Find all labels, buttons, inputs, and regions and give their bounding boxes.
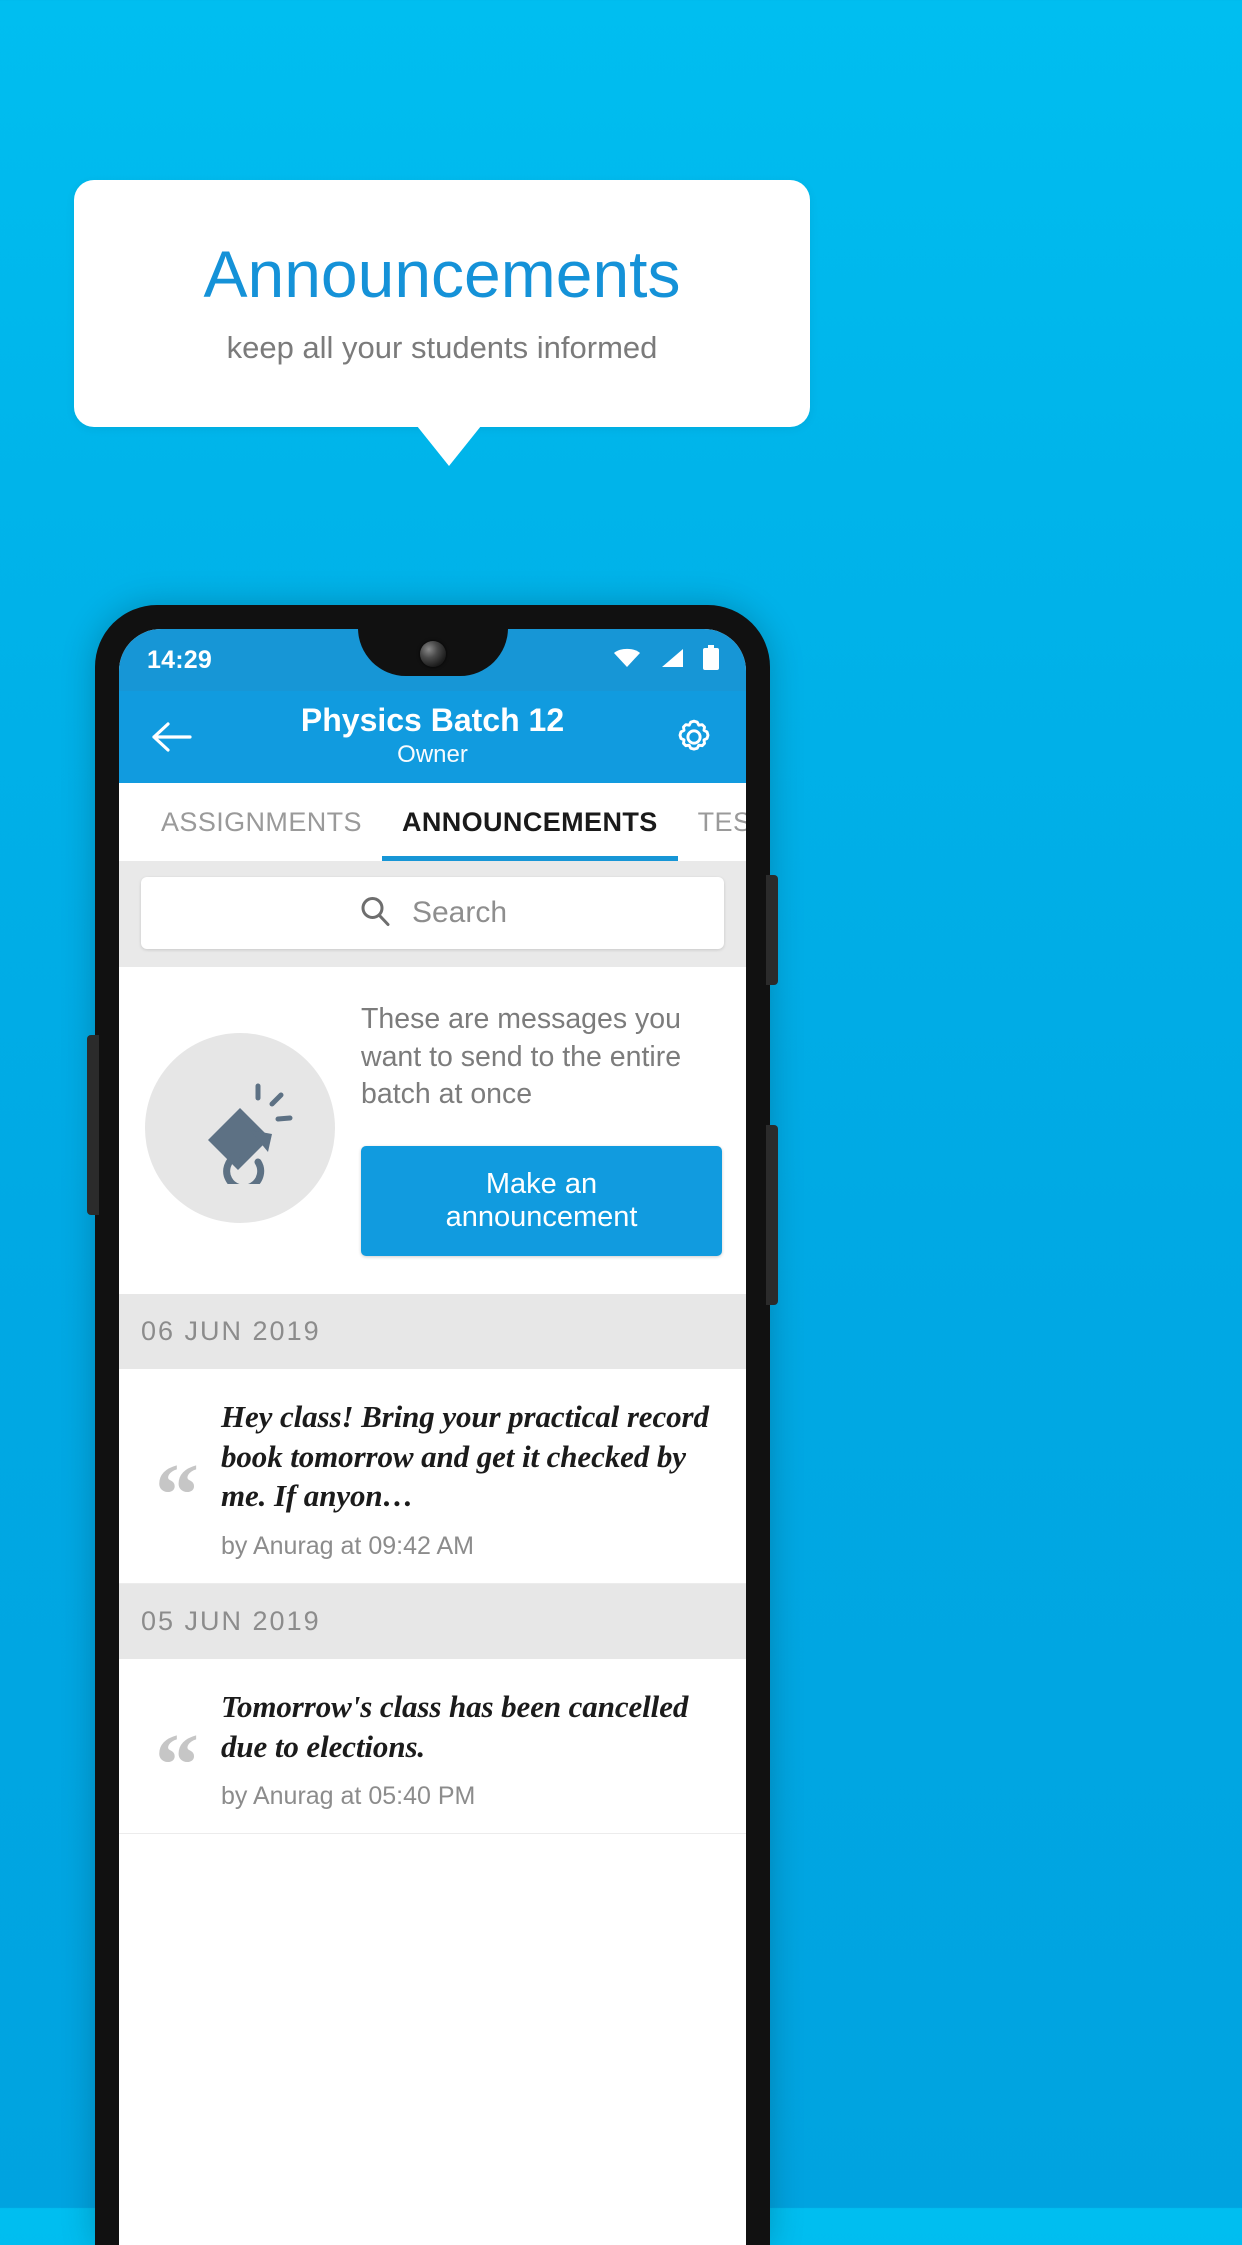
- promo-subtitle: keep all your students informed: [226, 329, 658, 365]
- tab-announcements[interactable]: ANNOUNCEMENTS: [381, 783, 678, 861]
- status-time: 14:29: [147, 645, 212, 674]
- search-section: Search: [119, 861, 746, 967]
- announcement-row[interactable]: “ Tomorrow's class has been cancelled du…: [119, 1658, 746, 1835]
- date-header: 05 JUN 2019: [119, 1583, 746, 1659]
- status-bar: 14:29: [119, 629, 746, 691]
- make-announcement-button[interactable]: Make an announcement: [361, 1145, 722, 1256]
- phone-screen: 14:29 Physics Batch 12 Owner ASSIGNMENTS…: [119, 629, 746, 2245]
- tab-bar: ASSIGNMENTS ANNOUNCEMENTS TESTS ’: [119, 783, 746, 861]
- settings-button[interactable]: [666, 714, 722, 760]
- app-bar-titles: Physics Batch 12 Owner: [199, 702, 666, 770]
- battery-icon: [702, 644, 720, 676]
- signal-icon: [659, 646, 685, 675]
- camera-notch: [357, 629, 508, 676]
- app-bar: Physics Batch 12 Owner: [119, 691, 746, 783]
- announcement-body: Tomorrow's class has been cancelled due …: [221, 1687, 728, 1811]
- status-icons: [612, 644, 720, 676]
- announcement-body: Hey class! Bring your practical record b…: [221, 1397, 728, 1561]
- announcement-text: Hey class! Bring your practical record b…: [221, 1398, 709, 1514]
- volume-button[interactable]: [87, 1035, 99, 1215]
- search-placeholder: Search: [411, 896, 508, 929]
- tab-tests[interactable]: TESTS: [678, 783, 746, 861]
- page-title: Physics Batch 12: [300, 702, 565, 738]
- search-icon: [358, 894, 392, 933]
- megaphone-badge: [145, 1033, 335, 1224]
- promo-speech-bubble: Announcements keep all your students inf…: [74, 180, 810, 427]
- date-header: 06 JUN 2019: [119, 1293, 746, 1369]
- back-arrow-icon: [152, 722, 192, 752]
- announcement-promo: These are messages you want to send to t…: [119, 967, 746, 1294]
- tab-assignments[interactable]: ASSIGNMENTS: [141, 783, 382, 861]
- gear-icon: [678, 719, 710, 751]
- quote-icon: “: [155, 1446, 199, 1544]
- power-button[interactable]: [766, 875, 778, 985]
- search-input[interactable]: Search: [141, 877, 724, 949]
- wifi-icon: [612, 646, 642, 675]
- side-button[interactable]: [766, 1125, 778, 1305]
- announcement-text: Tomorrow's class has been cancelled due …: [221, 1688, 689, 1764]
- front-camera-icon: [419, 641, 446, 667]
- back-button[interactable]: [143, 720, 199, 754]
- announcement-row[interactable]: “ Hey class! Bring your practical record…: [119, 1368, 746, 1584]
- speech-bubble-tail: [417, 426, 481, 466]
- promo-content: These are messages you want to send to t…: [361, 1001, 722, 1256]
- promo-title: Announcements: [203, 236, 681, 311]
- announcement-meta: by Anurag at 09:42 AM: [221, 1531, 474, 1560]
- quote-icon: “: [155, 1716, 199, 1814]
- phone-mockup: 14:29 Physics Batch 12 Owner ASSIGNMENTS…: [87, 605, 778, 2245]
- megaphone-icon: [208, 1083, 293, 1185]
- announcement-meta: by Anurag at 05:40 PM: [221, 1782, 476, 1811]
- page-subtitle: Owner: [397, 740, 468, 768]
- promo-description: These are messages you want to send to t…: [361, 1003, 682, 1111]
